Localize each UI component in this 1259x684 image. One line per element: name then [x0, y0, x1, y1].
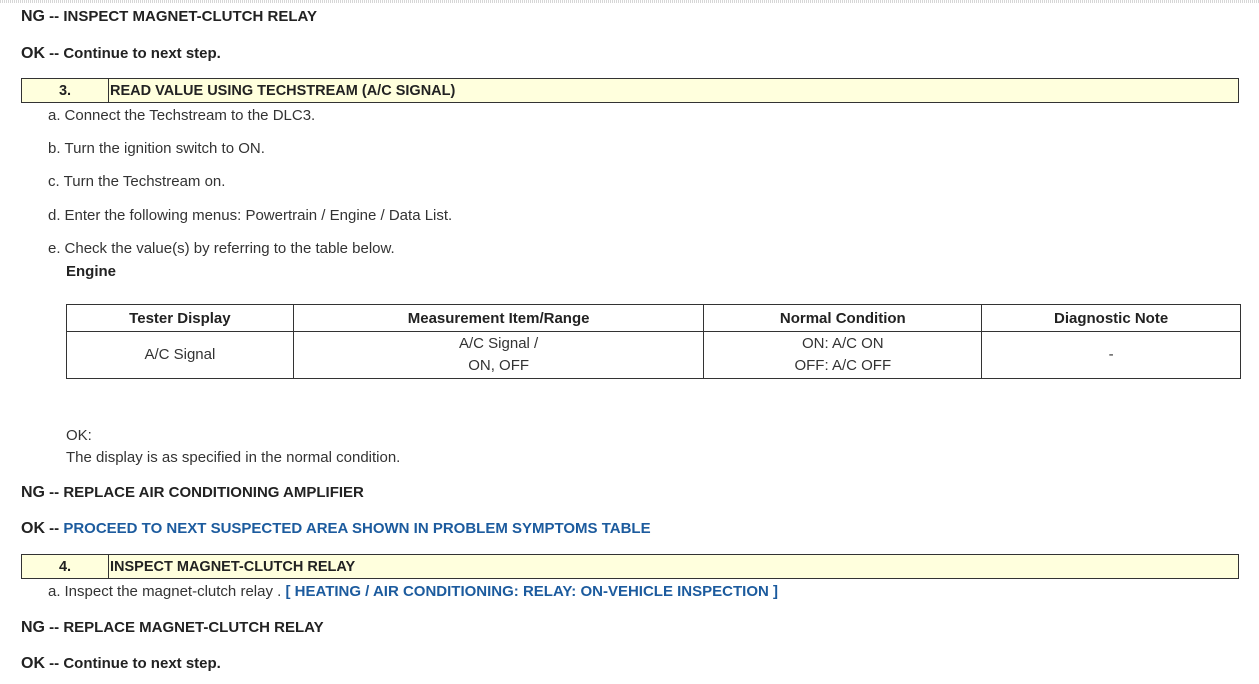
result-code: OK — [21, 520, 45, 537]
result-text: INSPECT MAGNET-CLUTCH RELAY — [63, 8, 317, 25]
substep-text: Connect the Techstream to the DLC3. — [64, 107, 316, 124]
result-code: NG — [21, 8, 45, 25]
header-measurement-item: Measurement Item/Range — [292, 304, 705, 332]
step-number: 3. — [22, 79, 109, 102]
normal-line-1: ON: A/C ON — [801, 335, 884, 352]
cell-tester-display: A/C Signal — [66, 331, 294, 379]
header-normal-condition: Normal Condition — [703, 304, 983, 332]
cell-normal-condition: ON: A/C ON OFF: A/C OFF — [703, 331, 983, 379]
result-ng-inspect-relay: NG -- INSPECT MAGNET-CLUTCH RELAY — [21, 8, 317, 26]
result-ok-continue-final: OK -- Continue to next step. — [21, 655, 221, 673]
step-4-substep-a: a. Inspect the magnet-clutch relay . [ HE… — [48, 583, 778, 601]
table-header-row: Tester Display Measurement Item/Range No… — [66, 304, 1241, 332]
result-code: OK — [21, 655, 45, 672]
header-tester-display: Tester Display — [66, 304, 294, 332]
cell-measurement-item: A/C Signal / ON, OFF — [292, 331, 705, 379]
normal-line-2: OFF: A/C OFF — [794, 357, 892, 374]
substep-text: Check the value(s) by referring to the t… — [64, 240, 395, 257]
substep-label: c. — [48, 173, 60, 190]
result-code: NG — [21, 484, 45, 501]
result-ng-replace-relay: NG -- REPLACE MAGNET-CLUTCH RELAY — [21, 619, 324, 637]
result-separator: -- — [45, 655, 64, 672]
step-title: INSPECT MAGNET-CLUTCH RELAY — [110, 559, 356, 575]
step-title: READ VALUE USING TECHSTREAM (A/C SIGNAL) — [110, 83, 456, 99]
result-ok-continue: OK -- Continue to next step. — [21, 45, 221, 63]
table-caption: Engine — [66, 263, 117, 280]
cell-diagnostic-note: - — [981, 331, 1241, 379]
result-separator: -- — [45, 45, 64, 62]
substep-text: Turn the ignition switch to ON. — [64, 140, 265, 157]
data-list-table: Tester Display Measurement Item/Range No… — [66, 304, 1241, 379]
step-number: 4. — [22, 555, 109, 578]
table-row: A/C Signal A/C Signal / ON, OFF ON: A/C … — [66, 331, 1241, 379]
result-separator: -- — [45, 619, 64, 636]
top-border — [0, 0, 1259, 3]
result-separator: -- — [45, 8, 64, 25]
result-code: NG — [21, 619, 45, 636]
measurement-line-2: ON, OFF — [468, 357, 530, 374]
result-separator: -- — [45, 520, 64, 537]
substep-label: a. — [48, 107, 61, 124]
problem-symptoms-table-link[interactable]: PROCEED TO NEXT SUSPECTED AREA SHOWN IN … — [63, 520, 650, 537]
step-4-header: 4. INSPECT MAGNET-CLUTCH RELAY — [21, 554, 1239, 579]
substep-label: d. — [48, 207, 61, 224]
substep-label: b. — [48, 140, 61, 157]
substep-c: c. Turn the Techstream on. — [48, 173, 225, 191]
substep-e: e. Check the value(s) by referring to the… — [48, 240, 395, 258]
substep-text: Turn the Techstream on. — [63, 173, 226, 190]
substep-a: a. Connect the Techstream to the DLC3. — [48, 107, 315, 125]
result-ng-replace-amplifier: NG -- REPLACE AIR CONDITIONING AMPLIFIER — [21, 484, 364, 502]
substep-label: e. — [48, 240, 61, 257]
result-text: REPLACE AIR CONDITIONING AMPLIFIER — [63, 484, 364, 501]
measurement-line-1: A/C Signal / — [459, 335, 539, 352]
result-code: OK — [21, 45, 45, 62]
result-separator: -- — [45, 484, 64, 501]
substep-text: Inspect the magnet-clutch relay . — [64, 583, 282, 600]
result-text: Continue to next step. — [63, 655, 221, 672]
result-ok-proceed: OK -- PROCEED TO NEXT SUSPECTED AREA SHO… — [21, 520, 651, 538]
substep-label: a. — [48, 583, 61, 600]
step-3-header: 3. READ VALUE USING TECHSTREAM (A/C SIGN… — [21, 78, 1239, 103]
substep-d: d. Enter the following menus: Powertrain … — [48, 207, 452, 225]
header-diagnostic-note: Diagnostic Note — [981, 304, 1241, 332]
relay-inspection-link[interactable]: [ HEATING / AIR CONDITIONING: RELAY: ON-… — [285, 583, 778, 600]
result-text: REPLACE MAGNET-CLUTCH RELAY — [63, 619, 324, 636]
result-text: Continue to next step. — [63, 45, 221, 62]
ok-text: The display is as specified in the norma… — [66, 449, 401, 466]
substep-b: b. Turn the ignition switch to ON. — [48, 140, 265, 158]
substep-text: Enter the following menus: Powertrain / … — [64, 207, 453, 224]
ok-label: OK: — [66, 427, 92, 444]
